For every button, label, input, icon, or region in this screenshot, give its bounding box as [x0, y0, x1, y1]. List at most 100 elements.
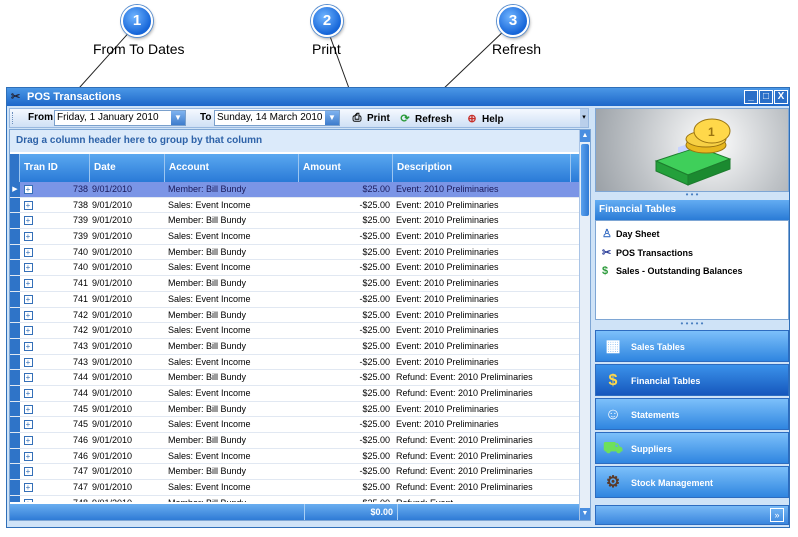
plus-expand-icon[interactable]: +: [23, 467, 33, 477]
column-header-tran-id[interactable]: Tran ID: [20, 154, 90, 182]
table-row[interactable]: +740 9/01/2010 Member: Bill Bundy $25.00 Eve…: [10, 244, 580, 261]
plus-expand-icon[interactable]: +: [23, 279, 33, 289]
column-header-amount[interactable]: Amount: [299, 154, 393, 182]
amount-total: $0.00: [304, 504, 398, 520]
chevron-down-icon[interactable]: ▼: [325, 111, 339, 125]
expand-icon[interactable]: +: [20, 480, 36, 495]
expand-icon[interactable]: +: [20, 449, 36, 464]
plus-expand-icon[interactable]: +: [23, 420, 33, 430]
minimize-button[interactable]: _: [744, 90, 758, 104]
plus-expand-icon[interactable]: +: [23, 294, 33, 304]
plus-expand-icon[interactable]: +: [23, 310, 33, 320]
from-date-picker[interactable]: Friday, 1 January 2010 ▼: [54, 110, 186, 126]
table-row[interactable]: +743 9/01/2010 Sales: Event Income -$25.00 E…: [10, 354, 580, 371]
expand-chevron-icon[interactable]: »: [770, 508, 784, 522]
plus-expand-icon[interactable]: +: [23, 200, 33, 210]
chevron-down-icon[interactable]: ▼: [171, 111, 185, 125]
expand-icon[interactable]: +: [20, 182, 36, 197]
scroll-down-button[interactable]: ▼: [580, 508, 590, 520]
expand-icon[interactable]: +: [20, 213, 36, 228]
nav-sales-tables[interactable]: ▦ Sales Tables: [595, 330, 789, 362]
table-row[interactable]: +744 9/01/2010 Member: Bill Bundy -$25.00 Re…: [10, 370, 580, 386]
table-row[interactable]: +739 9/01/2010 Sales: Event Income -$25.00 E…: [10, 229, 580, 245]
table-row[interactable]: +746 9/01/2010 Sales: Event Income $25.00 Re…: [10, 448, 580, 465]
expand-icon[interactable]: +: [20, 386, 36, 401]
plus-expand-icon[interactable]: +: [23, 357, 33, 367]
plus-expand-icon[interactable]: +: [23, 247, 33, 257]
expand-icon[interactable]: +: [20, 370, 36, 385]
toolbar-overflow-button[interactable]: ▾: [580, 109, 588, 127]
list-item-day-sheet[interactable]: ♙ Day Sheet: [602, 227, 660, 240]
expand-icon[interactable]: +: [20, 496, 36, 502]
table-row[interactable]: +741 9/01/2010 Member: Bill Bundy $25.00 Eve…: [10, 276, 580, 292]
nav-statements[interactable]: ☺ Statements: [595, 398, 789, 430]
scroll-thumb[interactable]: [581, 144, 589, 216]
column-header-description[interactable]: Description: [393, 154, 571, 182]
table-row[interactable]: +7489/01/2010Member: Bill Bundy-$25.00Re…: [10, 495, 580, 502]
expand-icon[interactable]: +: [20, 355, 36, 370]
table-row[interactable]: +740 9/01/2010 Sales: Event Income -$25.00 E…: [10, 260, 580, 277]
plus-expand-icon[interactable]: +: [23, 451, 33, 461]
plus-expand-icon[interactable]: +: [23, 185, 33, 194]
plus-expand-icon[interactable]: +: [23, 483, 33, 493]
maximize-button[interactable]: □: [759, 90, 773, 104]
expand-icon[interactable]: +: [20, 308, 36, 323]
table-row[interactable]: +739 9/01/2010 Member: Bill Bundy $25.00 Eve…: [10, 213, 580, 230]
table-row[interactable]: +747 9/01/2010 Member: Bill Bundy -$25.00 Re…: [10, 464, 580, 481]
table-row[interactable]: +743 9/01/2010 Member: Bill Bundy $25.00 Eve…: [10, 338, 580, 355]
to-date-value: Sunday, 14 March 2010: [217, 112, 323, 123]
close-button[interactable]: X: [774, 90, 788, 104]
help-button[interactable]: ⊕ Help: [465, 112, 503, 125]
plus-expand-icon[interactable]: +: [23, 388, 33, 398]
expand-icon[interactable]: +: [20, 323, 36, 338]
plus-expand-icon[interactable]: +: [23, 232, 33, 242]
table-row[interactable]: +742 9/01/2010 Member: Bill Bundy $25.00 Eve…: [10, 307, 580, 324]
plus-expand-icon[interactable]: +: [23, 498, 33, 502]
grid-vertical-scrollbar[interactable]: ▲ ▼: [579, 130, 590, 520]
table-row[interactable]: +744 9/01/2010 Sales: Event Income $25.00 Re…: [10, 385, 580, 402]
expand-icon[interactable]: +: [20, 276, 36, 291]
table-row[interactable]: +745 9/01/2010 Sales: Event Income -$25.00 E…: [10, 417, 580, 433]
nav-stock-management[interactable]: ⚙ Stock Management: [595, 466, 789, 498]
nav-suppliers[interactable]: ⛟ Suppliers: [595, 432, 789, 464]
plus-expand-icon[interactable]: +: [23, 263, 33, 273]
expand-icon[interactable]: +: [20, 339, 36, 354]
table-row[interactable]: +745 9/01/2010 Member: Bill Bundy $25.00 Eve…: [10, 401, 580, 418]
nav-financial-tables[interactable]: $ Financial Tables: [595, 364, 789, 396]
expand-icon[interactable]: +: [20, 245, 36, 260]
to-date-picker[interactable]: Sunday, 14 March 2010 ▼: [214, 110, 340, 126]
splitter-bottom[interactable]: • • • • •: [595, 320, 789, 328]
expand-icon[interactable]: +: [20, 260, 36, 275]
expand-icon[interactable]: +: [20, 198, 36, 213]
list-item-pos-transactions[interactable]: ✂ POS Transactions: [602, 246, 693, 259]
expand-icon[interactable]: +: [20, 417, 36, 432]
splitter-top[interactable]: • • •: [595, 191, 789, 199]
group-by-panel[interactable]: Drag a column header here to group by th…: [10, 130, 580, 152]
expand-icon[interactable]: +: [20, 464, 36, 479]
plus-expand-icon[interactable]: +: [23, 404, 33, 414]
svg-text:1: 1: [708, 125, 715, 139]
plus-expand-icon[interactable]: +: [23, 373, 33, 383]
printer-icon: ⎙: [352, 112, 362, 124]
plus-expand-icon[interactable]: +: [23, 436, 33, 445]
table-row[interactable]: +741 9/01/2010 Sales: Event Income -$25.00 E…: [10, 291, 580, 308]
column-header-date[interactable]: Date: [90, 154, 165, 182]
expand-icon[interactable]: +: [20, 292, 36, 307]
toolbar-grip[interactable]: [12, 112, 15, 124]
table-row[interactable]: +747 9/01/2010 Sales: Event Income $25.00 Re…: [10, 480, 580, 496]
list-item-outstanding-balances[interactable]: $ Sales - Outstanding Balances: [602, 265, 743, 277]
plus-expand-icon[interactable]: +: [23, 341, 33, 351]
plus-expand-icon[interactable]: +: [23, 216, 33, 226]
plus-expand-icon[interactable]: +: [23, 326, 33, 336]
expand-icon[interactable]: +: [20, 229, 36, 244]
expand-icon[interactable]: +: [20, 402, 36, 417]
table-row[interactable]: +742 9/01/2010 Sales: Event Income -$25.00 E…: [10, 323, 580, 339]
column-header-account[interactable]: Account: [165, 154, 299, 182]
table-row[interactable]: ▶ +738 9/01/2010 Member: Bill Bundy $25.00 Ev…: [10, 182, 580, 198]
table-row[interactable]: +738 9/01/2010 Sales: Event Income -$25.00 E…: [10, 197, 580, 214]
expand-icon[interactable]: +: [20, 433, 36, 448]
refresh-button[interactable]: ⟳ Refresh: [398, 112, 452, 125]
scroll-up-button[interactable]: ▲: [580, 130, 590, 142]
table-row[interactable]: +746 9/01/2010 Member: Bill Bundy -$25.00 Re…: [10, 433, 580, 449]
print-button[interactable]: ⎙ Print: [350, 112, 390, 125]
